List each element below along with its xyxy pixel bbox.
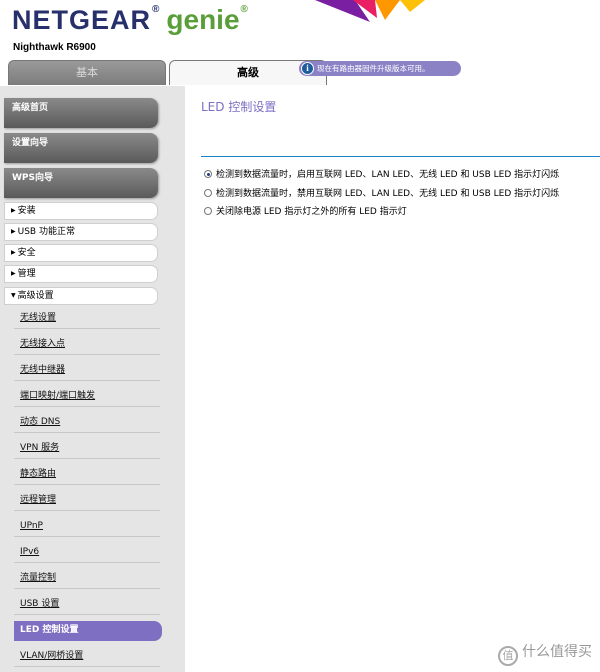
sidebar-subitem[interactable]: UPnP xyxy=(14,517,160,537)
sidebar-subitem[interactable]: 动态 DNS xyxy=(14,413,160,433)
sidebar-item-security[interactable]: ▶ 安全 xyxy=(4,244,158,262)
tab-basic[interactable]: 基本 xyxy=(8,60,166,85)
triangle-right-icon: ▶ xyxy=(11,249,16,256)
sidebar-setup-wizard[interactable]: 设置向导 xyxy=(4,133,158,163)
sidebar-subitem[interactable]: 流量控制 xyxy=(14,569,160,589)
sidebar: 高级首页 设置向导 WPS向导 ▶ 安装 ▶ USB 功能正常 ▶ 安全 ▶ 管理 ▼ 高… xyxy=(0,86,185,672)
info-icon: i xyxy=(301,62,314,75)
sidebar-subitem[interactable]: 无线中继器 xyxy=(14,361,160,381)
sidebar-subitem[interactable]: IPv6 xyxy=(14,543,160,563)
sidebar-subitem[interactable]: 静态路由 xyxy=(14,465,160,485)
page-title: LED 控制设置 xyxy=(201,100,277,114)
sidebar-item-setup[interactable]: ▶ 安装 xyxy=(4,202,158,220)
sidebar-subitem[interactable]: USB 设置 xyxy=(14,595,160,615)
sidebar-subitem[interactable]: 无线接入点 xyxy=(14,335,160,355)
radio-button[interactable] xyxy=(204,207,212,215)
option-disable-blink[interactable]: 检测到数据流量时，禁用互联网 LED、LAN LED、无线 LED 和 USB … xyxy=(204,187,559,201)
zhi-icon: 值 xyxy=(498,646,518,666)
sidebar-subitem[interactable]: 无线设置 xyxy=(14,309,160,329)
main-content: LED 控制设置 检测到数据流量时，启用互联网 LED、LAN LED、无线 L… xyxy=(185,86,600,672)
firmware-update-notice[interactable]: i 现在有路由器固件升级版本可用。 xyxy=(299,61,461,76)
option-enable-blink[interactable]: 检测到数据流量时，启用互联网 LED、LAN LED、无线 LED 和 USB … xyxy=(204,168,559,182)
triangle-right-icon: ▶ xyxy=(11,270,16,277)
option-leds-off[interactable]: 关闭除电源 LED 指示灯之外的所有 LED 指示灯 xyxy=(204,205,407,219)
genie-name: genie xyxy=(166,4,240,35)
sidebar-item-usb[interactable]: ▶ USB 功能正常 xyxy=(4,223,158,241)
sidebar-advanced-home[interactable]: 高级首页 xyxy=(4,98,158,128)
divider xyxy=(201,156,600,157)
sidebar-wps-wizard[interactable]: WPS向导 xyxy=(4,168,158,198)
brand-name: NETGEAR xyxy=(12,5,152,35)
sidebar-subitem[interactable]: 远程管理 xyxy=(14,491,160,511)
triangle-right-icon: ▶ xyxy=(11,207,16,214)
sidebar-subitem[interactable]: 端口映射/端口触发 xyxy=(14,387,160,407)
radio-button[interactable] xyxy=(204,170,212,178)
decorative-graphic xyxy=(315,0,425,22)
model-name: Nighthawk R6900 xyxy=(13,42,96,53)
firmware-update-text: 现在有路由器固件升级版本可用。 xyxy=(317,64,430,73)
netgear-logo: NETGEAR® genie® xyxy=(12,4,249,35)
sidebar-item-management[interactable]: ▶ 管理 xyxy=(4,265,158,283)
radio-button[interactable] xyxy=(204,189,212,197)
triangle-right-icon: ▶ xyxy=(11,228,16,235)
header: NETGEAR® genie® Nighthawk R6900 基本 高级 i 现… xyxy=(0,0,600,86)
sidebar-subitem[interactable]: VPN 服务 xyxy=(14,439,160,459)
triangle-down-icon: ▼ xyxy=(11,292,16,299)
watermark: 值什么值得买 xyxy=(498,641,592,666)
sidebar-subitem[interactable]: LED 控制设置 xyxy=(14,621,162,641)
sidebar-subitem[interactable]: VLAN/网桥设置 xyxy=(14,647,160,667)
sidebar-item-advanced-settings[interactable]: ▼ 高级设置 xyxy=(4,287,158,305)
